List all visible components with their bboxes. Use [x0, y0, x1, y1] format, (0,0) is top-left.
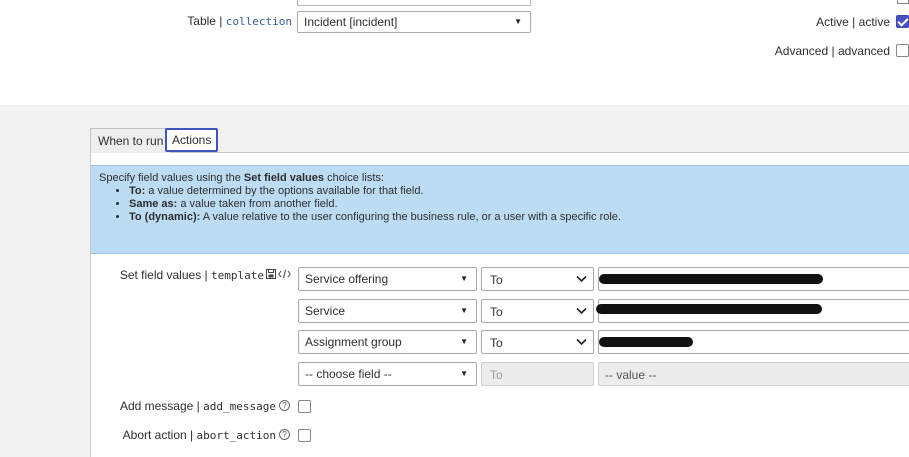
chevron-down-icon: [576, 275, 587, 283]
advanced-checkbox[interactable]: [896, 44, 909, 57]
table-select[interactable]: Incident [incident] ▼: [297, 11, 531, 33]
active-label: Active | active: [816, 15, 890, 29]
value-field-redacted[interactable]: [598, 330, 909, 354]
previous-field-input[interactable]: [297, 0, 531, 6]
value-field-redacted[interactable]: [596, 299, 909, 323]
abort-action-label: Abort action | abort_action: [122, 428, 276, 442]
chevron-down-icon: [576, 338, 587, 346]
add-message-checkbox[interactable]: [298, 400, 311, 413]
dropdown-caret-icon: ▼: [514, 17, 522, 26]
chevron-down-icon: [576, 307, 587, 315]
dropdown-caret-icon: ▼: [460, 306, 468, 315]
add-message-label: Add message | add_message: [119, 399, 276, 413]
dropdown-caret-icon: ▼: [460, 274, 468, 283]
abort-action-checkbox[interactable]: [298, 429, 311, 442]
operator-select[interactable]: To: [481, 330, 594, 354]
dropdown-caret-icon: ▼: [460, 369, 468, 378]
info-item: Same as: a value taken from another fiel…: [129, 198, 901, 211]
help-icon[interactable]: ?: [279, 429, 290, 440]
set-field-values-label: Set field values | template: [119, 268, 264, 282]
field-select-service-offering[interactable]: Service offering ▼: [298, 267, 477, 291]
operator-select[interactable]: To: [481, 299, 594, 323]
advanced-label: Advanced | advanced: [774, 44, 890, 58]
redaction-mark: [599, 274, 823, 284]
table-label: Table | collection: [187, 14, 292, 28]
info-item: To (dynamic): A value relative to the us…: [129, 211, 901, 224]
info-message: Specify field values using the Set field…: [91, 165, 909, 254]
value-field-redacted[interactable]: [598, 267, 909, 291]
code-icon[interactable]: [278, 269, 291, 279]
tab-actions[interactable]: Actions: [165, 128, 219, 152]
operator-select[interactable]: To: [481, 267, 594, 291]
field-select-service[interactable]: Service ▼: [298, 299, 477, 323]
tab-when-to-run[interactable]: When to run: [90, 128, 172, 153]
previous-checkbox[interactable]: [897, 0, 909, 4]
redaction-mark: [596, 304, 822, 314]
value-field-disabled: -- value --: [598, 362, 909, 386]
info-item: To: a value determined by the options av…: [129, 185, 901, 198]
operator-select-disabled: To: [481, 362, 594, 386]
info-intro: Specify field values using the Set field…: [99, 172, 384, 184]
help-icon[interactable]: ?: [279, 400, 290, 411]
save-icon[interactable]: [266, 269, 276, 279]
redaction-mark: [599, 337, 693, 347]
dropdown-caret-icon: ▼: [460, 337, 468, 346]
field-select-choose[interactable]: -- choose field -- ▼: [298, 362, 477, 386]
active-checkbox[interactable]: [896, 15, 909, 28]
field-select-assignment-group[interactable]: Assignment group ▼: [298, 330, 477, 354]
